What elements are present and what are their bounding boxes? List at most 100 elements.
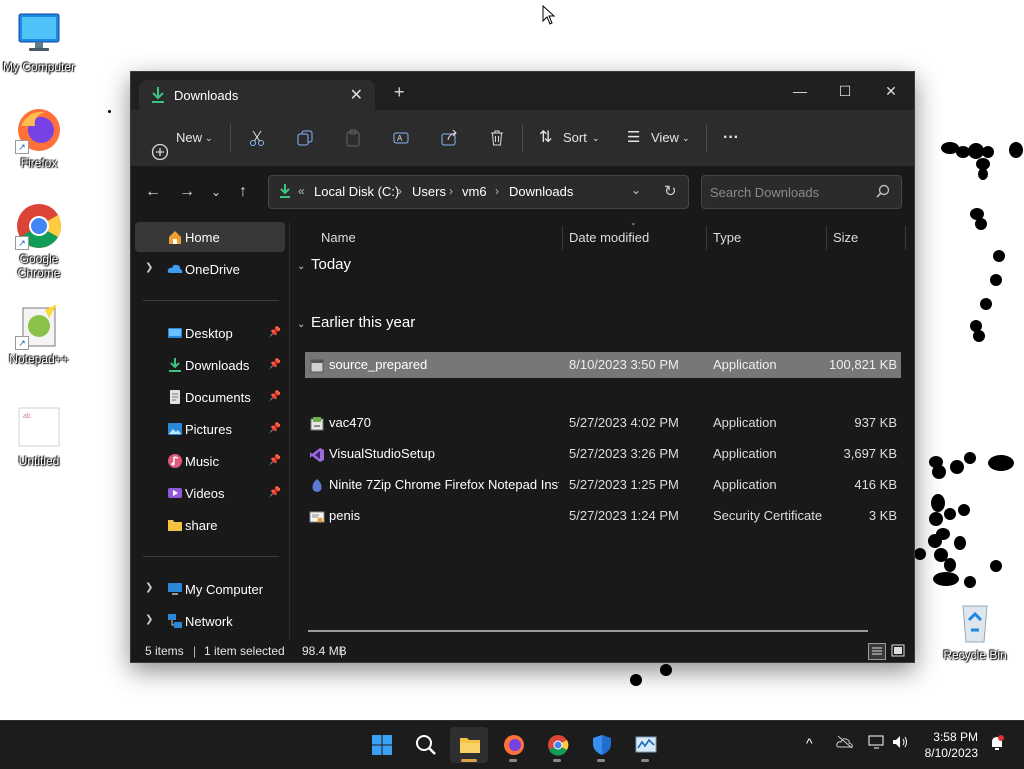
desktop-icon-chrome[interactable]: ↗ Google Chrome: [0, 202, 78, 280]
file-row-ninite[interactable]: Ninite 7Zip Chrome Firefox Notepad Inst.…: [305, 472, 901, 498]
nav-item-network[interactable]: ❯ Network: [135, 606, 285, 636]
forward-button[interactable]: →: [179, 182, 195, 202]
column-header-size[interactable]: Size: [833, 222, 858, 254]
file-row-vac470[interactable]: vac470 5/27/2023 4:02 PM Application 937…: [305, 410, 901, 436]
chrome-icon: [547, 734, 569, 756]
nav-item-share[interactable]: share: [135, 510, 285, 540]
nav-item-onedrive[interactable]: ❯ OneDrive: [135, 254, 285, 284]
taskbar-firefox[interactable]: [494, 727, 532, 763]
column-header-type[interactable]: Type: [713, 222, 741, 254]
nav-item-home[interactable]: Home: [135, 222, 285, 252]
breadcrumb-downloads[interactable]: Downloads: [509, 184, 573, 199]
address-dropdown-chevron-icon[interactable]: ⌄: [631, 183, 641, 197]
show-hidden-icons-chevron[interactable]: ^: [806, 735, 813, 751]
close-button[interactable]: ✕: [868, 78, 914, 104]
address-bar[interactable]: « Local Disk (C:) › Users › vm6 › Downlo…: [268, 175, 689, 209]
desktop-icon-firefox[interactable]: ↗ Firefox: [0, 106, 78, 170]
pin-icon[interactable]: 📌: [269, 327, 281, 338]
pane-splitter[interactable]: [289, 222, 290, 640]
cloud-icon: [167, 261, 183, 277]
tab-close-icon[interactable]: ✕: [350, 85, 363, 105]
desktop-icon-notepadpp[interactable]: ↗ Notepad++: [0, 302, 78, 366]
file-row-penis[interactable]: penis 5/27/2023 1:24 PM Security Certifi…: [305, 503, 901, 529]
breadcrumb-vm6[interactable]: vm6: [462, 184, 487, 199]
large-icons-view-button[interactable]: [890, 643, 906, 658]
new-tab-button[interactable]: +: [394, 83, 405, 101]
onedrive-offline-icon[interactable]: [836, 735, 854, 752]
group-header-today[interactable]: ⌄ Today: [297, 256, 351, 273]
view-button[interactable]: ☰ View ⌄: [627, 110, 707, 166]
nav-item-downloads[interactable]: Downloads 📌: [135, 350, 285, 380]
notification-bell-icon[interactable]: [988, 734, 1006, 755]
nav-item-pictures[interactable]: Pictures 📌: [135, 414, 285, 444]
breadcrumb-local-disk[interactable]: Local Disk (C:): [314, 184, 399, 199]
column-header-date[interactable]: Date modified: [569, 222, 649, 254]
chevron-down-icon: ⌄: [205, 133, 213, 143]
minimize-button[interactable]: —: [777, 78, 823, 104]
taskbar-file-explorer[interactable]: [450, 727, 488, 763]
back-button[interactable]: ←: [145, 182, 161, 202]
up-button[interactable]: ↑: [239, 182, 247, 202]
sort-button[interactable]: ⇅ Sort ⌄: [539, 110, 611, 166]
cut-icon[interactable]: [248, 129, 266, 147]
recent-locations-chevron-icon[interactable]: ⌄: [211, 182, 221, 202]
chrome-icon: ↗: [15, 202, 63, 250]
share-icon[interactable]: [440, 129, 458, 147]
volume-icon[interactable]: [892, 735, 910, 752]
chevron-right-icon[interactable]: ❯: [145, 614, 153, 625]
new-button[interactable]: New ⌄: [149, 110, 219, 166]
chevron-right-icon[interactable]: ❯: [145, 582, 153, 593]
chevron-right-icon[interactable]: ❯: [145, 262, 153, 273]
column-divider[interactable]: [905, 226, 906, 250]
sort-arrows-icon: ⇅: [539, 129, 553, 146]
command-bar: New ⌄ A ⇅ Sort ⌄ ☰ View ⌄ ···: [131, 110, 914, 166]
paste-icon[interactable]: [344, 129, 362, 147]
rename-icon[interactable]: A: [392, 129, 410, 147]
search-icon[interactable]: [876, 184, 890, 201]
system-clock[interactable]: 3:58 PM 8/10/2023: [910, 729, 978, 761]
horizontal-scrollbar[interactable]: [308, 630, 868, 632]
column-divider[interactable]: [706, 226, 707, 250]
copy-icon[interactable]: [296, 129, 314, 147]
file-row-source-prepared[interactable]: source_prepared 8/10/2023 3:50 PM Applic…: [305, 352, 901, 378]
pin-icon[interactable]: 📌: [269, 455, 281, 466]
pin-icon[interactable]: 📌: [269, 391, 281, 402]
breadcrumb-separator: ›: [495, 184, 499, 198]
file-size: 3 KB: [868, 508, 897, 523]
application-icon: [309, 357, 325, 373]
nav-item-desktop[interactable]: Desktop 📌: [135, 318, 285, 348]
tab-downloads[interactable]: Downloads ✕: [139, 80, 375, 110]
pin-icon[interactable]: 📌: [269, 423, 281, 434]
desktop-folder-icon: [167, 325, 183, 341]
delete-icon[interactable]: [488, 129, 506, 147]
taskbar-search-button[interactable]: [406, 727, 444, 763]
pin-icon[interactable]: 📌: [269, 487, 281, 498]
breadcrumb-users[interactable]: Users: [412, 184, 446, 199]
pin-icon[interactable]: 📌: [269, 359, 281, 370]
svg-text:ab: ab: [23, 413, 31, 420]
taskbar-chrome[interactable]: [538, 727, 576, 763]
taskbar-security[interactable]: [582, 727, 620, 763]
group-label: Today: [311, 256, 352, 273]
more-options-button[interactable]: ···: [723, 110, 739, 166]
maximize-button[interactable]: ☐: [822, 78, 868, 104]
taskbar-resource-monitor[interactable]: [626, 727, 664, 763]
file-row-visualstudiosetup[interactable]: VisualStudioSetup 5/27/2023 3:26 PM Appl…: [305, 441, 901, 467]
nav-item-videos[interactable]: Videos 📌: [135, 478, 285, 508]
desktop-icon-recycle-bin[interactable]: Recycle Bin: [936, 598, 1014, 662]
nav-item-documents[interactable]: Documents 📌: [135, 382, 285, 412]
refresh-icon[interactable]: ↻: [664, 182, 677, 200]
desktop-icon-untitled[interactable]: ab Untitled: [0, 404, 78, 468]
details-view-button[interactable]: [868, 643, 886, 660]
nav-item-music[interactable]: Music 📌: [135, 446, 285, 476]
start-button[interactable]: [362, 727, 400, 763]
network-display-icon[interactable]: [868, 735, 886, 752]
column-divider[interactable]: [562, 226, 563, 250]
search-input[interactable]: [708, 182, 872, 202]
desktop-icon-my-computer[interactable]: My Computer: [0, 10, 78, 74]
column-header-name[interactable]: Name: [321, 222, 356, 254]
breadcrumb-overflow[interactable]: «: [298, 184, 305, 198]
group-header-earlier[interactable]: ⌄ Earlier this year: [297, 314, 415, 331]
nav-item-my-computer[interactable]: ❯ My Computer: [135, 574, 285, 604]
column-divider[interactable]: [826, 226, 827, 250]
